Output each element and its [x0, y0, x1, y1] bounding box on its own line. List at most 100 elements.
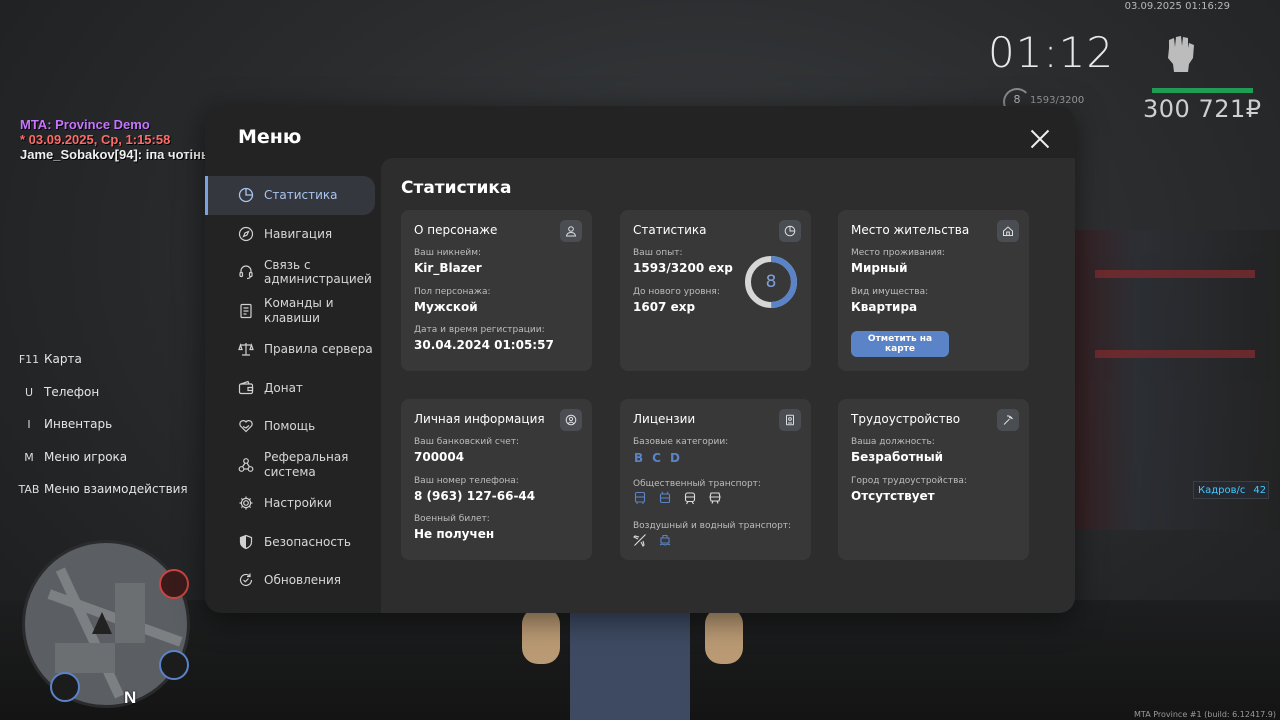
- fps-label: Кадров/с: [1198, 484, 1246, 496]
- exp-value: 1593/3200 exp: [633, 261, 733, 275]
- hotkey-interaction-menu: TAB Меню взаимодействия: [18, 482, 188, 497]
- air-water-transport-icons: [633, 533, 672, 547]
- registration-label: Дата и время регистрации:: [414, 325, 545, 335]
- nav-label: Донат: [264, 380, 303, 395]
- nav-item-help[interactable]: Помощь: [205, 407, 381, 446]
- hud-level: 8: [1013, 93, 1021, 106]
- nav-label: Безопасность: [264, 534, 351, 549]
- registration-value: 30.04.2024 01:05:57: [414, 338, 554, 352]
- next-level-value: 1607 exp: [633, 300, 696, 314]
- player-character: [520, 600, 745, 720]
- hud-datetime: 03.09.2025 01:16:29: [1124, 1, 1230, 12]
- menu-nav: Статистика Навигация Связь с администрац…: [205, 176, 381, 600]
- card-employment: Трудоустройство Ваша должность: Безработ…: [838, 399, 1029, 560]
- nav-item-commands[interactable]: Команды и клавиши: [205, 292, 381, 331]
- bus-icon: [633, 491, 647, 505]
- card-statistics: Статистика Ваш опыт: 1593/3200 exp До но…: [620, 210, 811, 371]
- nav-label: Настройки: [264, 496, 332, 510]
- heart-hand-icon: [238, 418, 254, 434]
- card-title: Трудоустройство: [851, 412, 961, 426]
- hotkey-phone: U Телефон: [24, 384, 100, 399]
- chat-line: Jame_Sobakov[94]: іпа чотінько: [20, 147, 224, 162]
- residence-label: Место проживания:: [851, 248, 945, 258]
- nav-item-referral[interactable]: Реферальная система: [205, 446, 381, 485]
- nav-label: Навигация: [264, 226, 333, 241]
- home-icon: [997, 220, 1019, 242]
- stats-title: Статистика: [401, 178, 512, 198]
- minimap-marker-icon: [50, 672, 80, 702]
- nav-item-rules[interactable]: Правила сервера: [205, 330, 381, 369]
- nav-label: Команды и клавиши: [264, 296, 334, 325]
- nav-label: Обновления: [264, 573, 342, 587]
- bank-account-value: 700004: [414, 450, 465, 464]
- money-bar: [1152, 88, 1253, 93]
- air-water-transport-label: Воздушный и водный транспорт:: [633, 521, 792, 531]
- license-category: D: [669, 451, 680, 465]
- hotkey-list: F11 Карта U Телефон I Инвентарь M Меню игрок…: [14, 352, 188, 515]
- bank-account-label: Ваш банковский счет:: [414, 437, 520, 447]
- card-personal-info: Личная информация Ваш банковский счет: 7…: [401, 399, 592, 560]
- nickname-value: Kir_Blazer: [414, 261, 482, 275]
- nav-item-navigation[interactable]: Навигация: [205, 215, 381, 254]
- basic-categories-label: Базовые категории:: [633, 437, 729, 447]
- card-title: О персонаже: [414, 223, 498, 237]
- nav-item-settings[interactable]: Настройки: [205, 484, 381, 523]
- nav-item-contact-admin[interactable]: Связь с администрацией: [205, 253, 381, 292]
- military-id-label: Военный билет:: [414, 514, 490, 524]
- card-residence: Место жительства Место проживания: Мирны…: [838, 210, 1029, 371]
- tram-icon: [683, 491, 697, 505]
- chat-log: MTA: Province Demo * 03.09.2025, Ср, 1:1…: [20, 117, 223, 162]
- mark-on-map-button[interactable]: Отметить на карте: [851, 331, 949, 357]
- hud-exp: 1593/3200: [1030, 95, 1085, 106]
- card-title: Лицензии: [633, 412, 696, 426]
- build-info: MTA Province #1 (build: 6.12417.9): [1134, 710, 1276, 719]
- pie-chart-icon: [779, 220, 801, 242]
- nav-item-donate[interactable]: Донат: [205, 369, 381, 408]
- nav-label: Связь с администрацией: [264, 257, 372, 287]
- user-icon: [560, 220, 582, 242]
- scales-icon: [238, 341, 254, 357]
- position-label: Ваша должность:: [851, 437, 935, 447]
- gear-icon: [238, 495, 254, 511]
- plane-icon: [633, 533, 647, 547]
- residence-value: Мирный: [851, 261, 908, 275]
- card-licenses: Лицензии Базовые категории: B C D Общест…: [620, 399, 811, 560]
- nav-item-security[interactable]: Безопасность: [205, 523, 381, 562]
- position-value: Безработный: [851, 450, 944, 464]
- level-number: 8: [765, 272, 777, 292]
- property-label: Вид имущества:: [851, 287, 929, 297]
- nav-label: Статистика: [264, 188, 338, 202]
- pie-chart-icon: [238, 187, 254, 203]
- document-icon: [238, 303, 254, 319]
- phone-label: Ваш номер телефона:: [414, 476, 519, 486]
- phone-value: 8 (963) 127-66-44: [414, 489, 536, 503]
- close-icon[interactable]: [1029, 128, 1051, 150]
- chat-line: MTA: Province Demo: [20, 117, 150, 132]
- license-card-icon: [779, 409, 801, 431]
- metro-icon: [708, 491, 722, 505]
- hud-money: 300 721₽: [1143, 95, 1262, 123]
- license-category: B: [634, 451, 644, 465]
- property-value: Квартира: [851, 300, 918, 314]
- nav-label: Помощь: [264, 419, 316, 433]
- nickname-label: Ваш никнейм:: [414, 248, 482, 258]
- compass-icon: [238, 226, 254, 242]
- user-circle-icon: [560, 409, 582, 431]
- gender-label: Пол персонажа:: [414, 287, 491, 297]
- nav-item-updates[interactable]: Обновления: [205, 561, 381, 600]
- public-transport-icons: [633, 491, 722, 505]
- shield-icon: [238, 534, 254, 550]
- hotkey-player-menu: M Меню игрока: [24, 449, 128, 464]
- public-transport-label: Общественный транспорт:: [633, 479, 761, 489]
- hotkey-inventory: I Инвентарь: [27, 417, 113, 432]
- nav-item-statistics[interactable]: Статистика: [205, 176, 375, 215]
- player-arrow-icon: [92, 612, 112, 634]
- minimap-north: N: [124, 688, 137, 707]
- nav-label: Реферальная система: [264, 450, 349, 479]
- menu-title: Меню: [238, 126, 302, 148]
- fist-icon: [1163, 34, 1199, 74]
- card-title: Личная информация: [414, 412, 545, 426]
- hotkey-map: F11 Карта: [18, 352, 82, 366]
- next-level-label: До нового уровня:: [633, 287, 720, 297]
- wallet-icon: [238, 380, 254, 396]
